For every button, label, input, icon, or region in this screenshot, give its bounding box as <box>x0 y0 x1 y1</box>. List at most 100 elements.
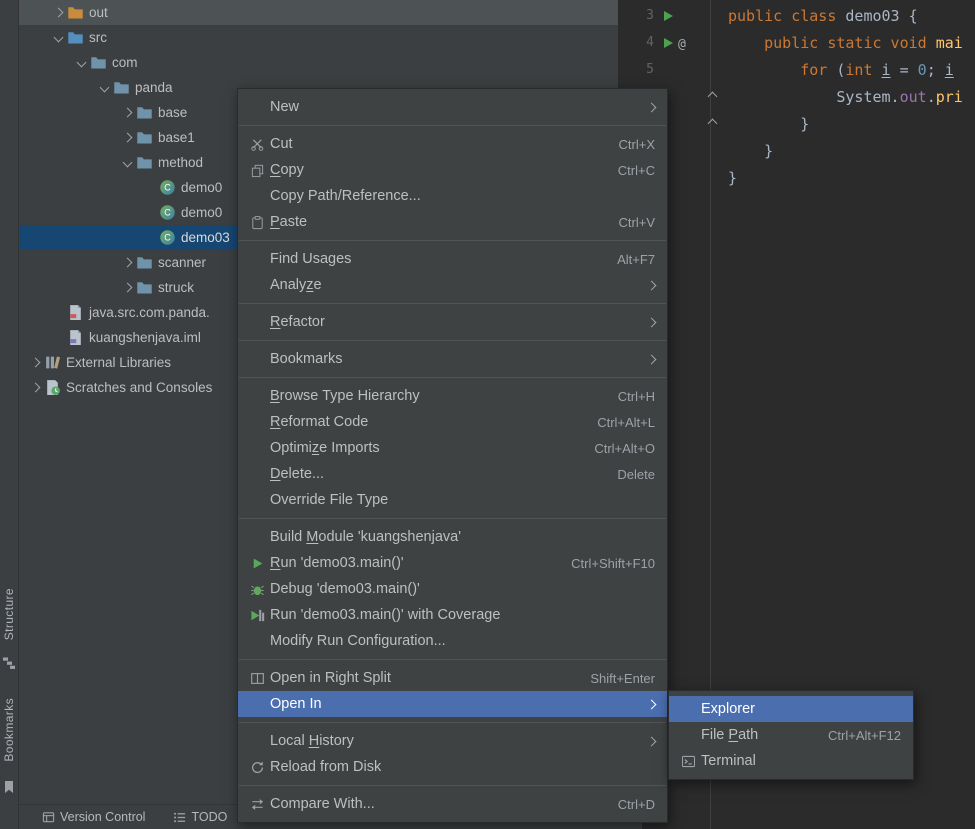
menu-item-shortcut: Ctrl+Alt+L <box>597 414 655 430</box>
tree-item-label: panda <box>135 80 173 95</box>
menu-item-copy[interactable]: Copy Ctrl+C <box>238 157 667 183</box>
fold-up-icon[interactable] <box>707 118 717 129</box>
folder-icon <box>136 254 155 271</box>
editor-line: } <box>618 110 975 137</box>
tool-stripe-structure[interactable]: Structure <box>2 588 16 640</box>
submenu-arrow-icon <box>646 699 657 709</box>
run-icon[interactable] <box>664 10 673 21</box>
chevron-right-icon[interactable] <box>122 257 132 268</box>
fold-up-icon[interactable] <box>707 91 717 102</box>
editor-line: } <box>618 137 975 164</box>
menu-item-label: Terminal <box>701 753 756 769</box>
chevron-right-icon[interactable] <box>53 7 63 18</box>
terminal-icon <box>675 754 701 769</box>
status-todo[interactable]: TODO <box>173 810 227 824</box>
menu-item-shortcut: Ctrl+D <box>617 796 655 812</box>
code-text: public class demo03 { <box>728 6 918 25</box>
chevron-down-icon[interactable] <box>99 82 109 93</box>
scratches-icon <box>44 379 63 396</box>
menu-item-shortcut: Ctrl+Shift+F10 <box>571 555 655 571</box>
tree-item-label: struck <box>158 280 195 295</box>
menu-item-run-demo03-main-with-coverage[interactable]: Run 'demo03.main()' with Coverage <box>238 602 667 628</box>
folder-icon <box>90 54 109 71</box>
menu-item-cut[interactable]: Cut Ctrl+X <box>238 131 667 157</box>
fold-column <box>704 118 720 129</box>
folder-icon <box>136 104 155 121</box>
menu-item-analyze[interactable]: Analyze <box>238 272 667 298</box>
menu-item-terminal[interactable]: Terminal <box>669 748 913 774</box>
menu-item-optimize-imports[interactable]: Optimize Imports Ctrl+Alt+O <box>238 435 667 461</box>
menu-item-label: Cut <box>270 136 293 152</box>
menu-item-refactor[interactable]: Refactor <box>238 309 667 335</box>
tree-item-label: method <box>158 155 204 170</box>
chevron-down-icon[interactable] <box>76 57 86 68</box>
menu-item-shortcut: Ctrl+V <box>618 214 655 230</box>
menu-item-open-in-right-split[interactable]: Open in Right Split Shift+Enter <box>238 665 667 691</box>
coverage-icon <box>244 608 270 623</box>
menu-separator <box>239 659 666 660</box>
menu-item-copy-path-reference[interactable]: Copy Path/Reference... <box>238 183 667 209</box>
menu-item-label: Bookmarks <box>270 351 343 367</box>
tree-item-label: src <box>89 30 107 45</box>
menu-item-label: Compare With... <box>270 796 375 812</box>
bookmarks-tool-icon[interactable] <box>2 780 16 794</box>
folder-src-icon <box>67 29 86 46</box>
menu-item-delete[interactable]: Delete... Delete <box>238 461 667 487</box>
chevron-right-icon[interactable] <box>30 357 40 368</box>
submenu-arrow-icon <box>646 317 657 327</box>
tree-item-label: out <box>89 5 108 20</box>
tree-item-src[interactable]: src <box>18 25 618 50</box>
menu-item-debug-demo03-main[interactable]: Debug 'demo03.main()' <box>238 576 667 602</box>
menu-item-explorer[interactable]: Explorer <box>669 696 913 722</box>
chevron-down-icon[interactable] <box>53 32 63 43</box>
menu-separator <box>239 722 666 723</box>
tool-stripe-bookmarks[interactable]: Bookmarks <box>2 698 16 762</box>
menu-item-label: Delete... <box>270 466 325 482</box>
menu-item-new[interactable]: New <box>238 94 667 120</box>
tree-item-label: java.src.com.panda. <box>89 305 210 320</box>
menu-item-override-file-type[interactable]: Override File Type <box>238 487 667 513</box>
menu-item-find-usages[interactable]: Find Usages Alt+F7 <box>238 246 667 272</box>
menu-item-label: Analyze <box>270 277 322 293</box>
menu-item-modify-run-configuration[interactable]: Modify Run Configuration... <box>238 628 667 654</box>
editor-line: 5 for (int i = 0; i <box>618 56 975 83</box>
menu-item-file-path[interactable]: File Path Ctrl+Alt+F12 <box>669 722 913 748</box>
menu-item-build-module-kuangshenjava[interactable]: Build Module 'kuangshenjava' <box>238 524 667 550</box>
chevron-down-icon[interactable] <box>122 157 132 168</box>
chevron-right-icon[interactable] <box>122 282 132 293</box>
folder-out-icon <box>67 4 86 21</box>
chevron-right-icon[interactable] <box>122 132 132 143</box>
menu-item-compare-with[interactable]: Compare With... Ctrl+D <box>238 791 667 817</box>
code-text: System.out.pri <box>728 87 963 106</box>
menu-item-reformat-code[interactable]: Reformat Code Ctrl+Alt+L <box>238 409 667 435</box>
menu-item-shortcut: Ctrl+C <box>617 162 655 178</box>
menu-item-browse-type-hierarchy[interactable]: Browse Type Hierarchy Ctrl+H <box>238 383 667 409</box>
split-icon <box>244 671 270 686</box>
gutter-icons: @ <box>662 33 704 52</box>
menu-separator <box>239 785 666 786</box>
chevron-right-icon[interactable] <box>30 382 40 393</box>
tree-item-com[interactable]: com <box>18 50 618 75</box>
menu-item-shortcut: Alt+F7 <box>617 251 655 267</box>
structure-tool-icon[interactable] <box>2 656 16 670</box>
menu-item-bookmarks[interactable]: Bookmarks <box>238 346 667 372</box>
run-icon[interactable] <box>664 37 673 48</box>
context-menu: New Cut Ctrl+X Copy Ctrl+C Copy Path/Referenc… <box>237 88 668 823</box>
menu-item-run-demo03-main[interactable]: Run 'demo03.main()' Ctrl+Shift+F10 <box>238 550 667 576</box>
menu-item-paste[interactable]: Paste Ctrl+V <box>238 209 667 235</box>
menu-item-reload-from-disk[interactable]: Reload from Disk <box>238 754 667 780</box>
tree-item-label: Scratches and Consoles <box>66 380 213 395</box>
chevron-right-icon[interactable] <box>122 107 132 118</box>
menu-item-label: Debug 'demo03.main()' <box>270 581 420 597</box>
tree-item-out[interactable]: out <box>18 0 618 25</box>
code-text: } <box>728 114 810 133</box>
menu-item-open-in[interactable]: Open In <box>238 691 667 717</box>
fold-column <box>704 91 720 102</box>
status-version-control[interactable]: Version Control <box>42 810 145 824</box>
menu-item-local-history[interactable]: Local History <box>238 728 667 754</box>
todo-icon <box>173 811 186 824</box>
menu-item-label: File Path <box>701 727 759 743</box>
menu-item-label: Local History <box>270 733 354 749</box>
tree-item-label: demo03 <box>181 230 230 245</box>
menu-item-label: Override File Type <box>270 492 389 508</box>
